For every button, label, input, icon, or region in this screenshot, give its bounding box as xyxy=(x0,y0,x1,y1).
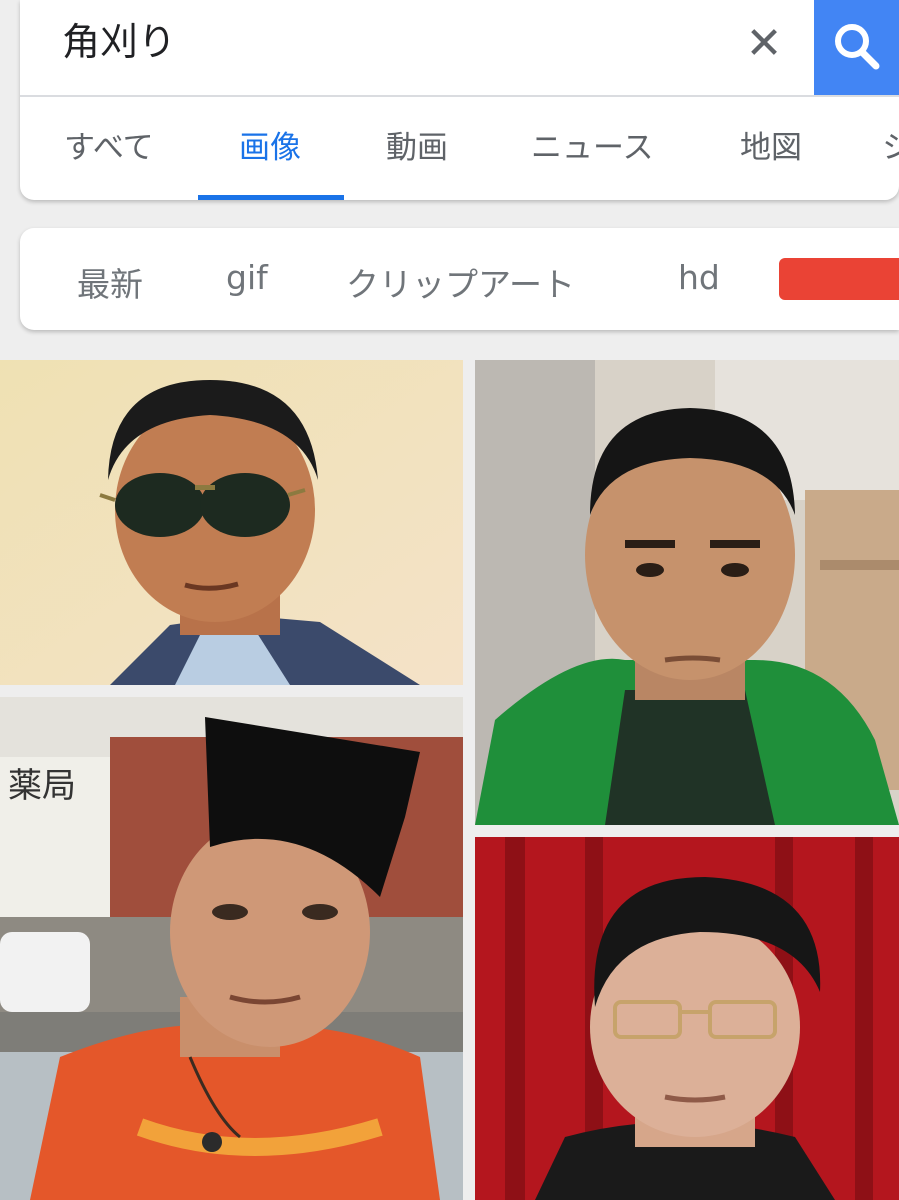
chip-color-red[interactable] xyxy=(779,258,899,300)
close-icon: ✕ xyxy=(745,18,783,69)
image-thumbnail xyxy=(475,360,899,825)
tab-maps[interactable]: 地図 xyxy=(740,122,802,200)
tab-news[interactable]: ニュース xyxy=(531,122,653,200)
image-result-1[interactable] xyxy=(0,360,463,685)
search-card: 角刈り ✕ すべて 画像 動画 ニュース 地図 シ xyxy=(20,0,899,200)
tab-images[interactable]: 画像 xyxy=(239,122,301,200)
active-tab-indicator xyxy=(198,195,344,200)
clear-button[interactable]: ✕ xyxy=(738,18,790,70)
chip-clipart[interactable]: クリップアート xyxy=(346,258,575,306)
tab-shopping-partial[interactable]: シ xyxy=(882,122,899,200)
chip-gif[interactable]: gif xyxy=(226,258,268,297)
tab-videos[interactable]: 動画 xyxy=(386,122,448,200)
image-result-4[interactable] xyxy=(475,837,899,1200)
chip-latest[interactable]: 最新 xyxy=(77,258,143,306)
svg-text:薬局: 薬局 xyxy=(8,766,76,806)
image-thumbnail: 薬局 xyxy=(0,697,463,1200)
search-input[interactable]: 角刈り xyxy=(62,16,176,68)
image-thumbnail xyxy=(475,837,899,1200)
image-result-2[interactable] xyxy=(475,360,899,825)
chip-hd[interactable]: hd xyxy=(678,258,720,297)
image-thumbnail xyxy=(0,360,463,685)
tab-all[interactable]: すべて xyxy=(64,122,154,200)
search-divider xyxy=(20,95,899,97)
image-result-3[interactable]: 薬局 xyxy=(0,697,463,1200)
search-icon xyxy=(835,24,880,70)
search-button[interactable] xyxy=(814,0,899,95)
filter-chips-bar: 最新 gif クリップアート hd xyxy=(20,228,899,330)
